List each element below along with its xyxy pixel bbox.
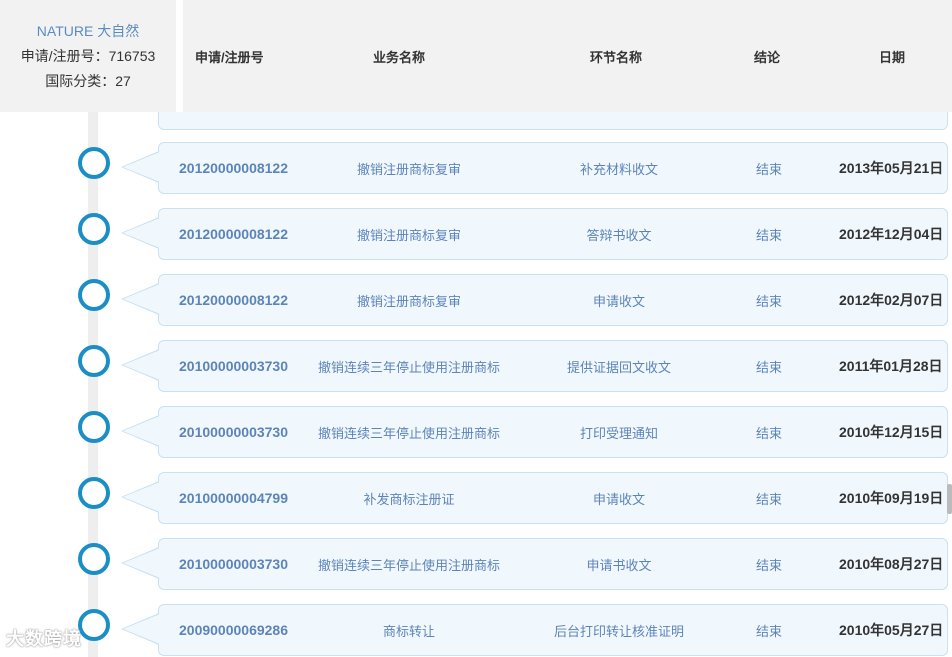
row-step: 提供证据回文收文 xyxy=(566,359,671,375)
timeline-line xyxy=(88,112,98,657)
row-result: 结束 xyxy=(755,623,782,639)
row-step: 答辩书收文 xyxy=(586,227,652,243)
row-reg-no[interactable]: 20100000003730 xyxy=(179,539,288,589)
table-row: 20120000008122 撤销注册商标复审 答辩书收文 结束 2012年12月04日 xyxy=(121,208,948,260)
row-reg-no[interactable]: 20100000004799 xyxy=(179,473,288,523)
row-pointer-fill xyxy=(123,416,160,446)
table-row: 20100000004799 补发商标注册证 申请收文 结束 2010年09月19日 xyxy=(121,472,948,524)
row-reg-no[interactable]: 20120000008122 xyxy=(179,143,288,193)
header-date: 日期 xyxy=(879,49,906,65)
timeline-node xyxy=(78,609,110,641)
row-step: 打印受理通知 xyxy=(579,425,658,441)
row-result: 结束 xyxy=(755,359,782,375)
row-step: 补充材料收文 xyxy=(579,161,658,177)
timeline-node xyxy=(78,345,110,377)
row-business: 商标转让 xyxy=(382,623,435,639)
row-business: 撤销注册商标复审 xyxy=(356,161,461,177)
row-pointer-fill xyxy=(123,614,160,644)
row-business: 撤销连续三年停止使用注册商标 xyxy=(317,425,500,441)
row-date: 2010年08月27日 xyxy=(839,556,944,572)
row-reg-no[interactable]: 20100000003730 xyxy=(179,407,288,457)
header-business: 业务名称 xyxy=(373,49,426,65)
row-date: 2012年02月07日 xyxy=(839,292,944,308)
row-business: 撤销连续三年停止使用注册商标 xyxy=(317,557,500,573)
timeline-node xyxy=(78,477,110,509)
row-result: 结束 xyxy=(755,557,782,573)
row-reg-no[interactable]: 20120000008122 xyxy=(179,209,288,259)
timeline-node xyxy=(78,543,110,575)
table-row: 20100000003730 撤销连续三年停止使用注册商标 申请书收文 结束 2010年… xyxy=(121,538,948,590)
table-row: 20100000003730 撤销连续三年停止使用注册商标 打印受理通知 结束 2010… xyxy=(121,406,948,458)
row-date: 2010年05月27日 xyxy=(839,622,944,638)
table-row: 20120000008122 撤销注册商标复审 申请收文 结束 2012年02月07日 xyxy=(121,274,948,326)
row-date: 2013年05月21日 xyxy=(839,160,944,176)
table-row: 20100000003730 撤销连续三年停止使用注册商标 提供证据回文收文 结束 20… xyxy=(121,340,948,392)
timeline-node xyxy=(78,213,110,245)
row-result: 结束 xyxy=(755,227,782,243)
row-reg-no[interactable]: 20100000003730 xyxy=(179,341,288,391)
row-pointer-fill xyxy=(123,548,160,578)
timeline-node xyxy=(78,147,110,179)
row-result: 结束 xyxy=(755,491,782,507)
row-date: 2012年12月04日 xyxy=(839,226,944,242)
scrollbar-thumb[interactable] xyxy=(947,484,952,514)
header-result: 结论 xyxy=(754,49,781,65)
row-date: 2011年01月28日 xyxy=(839,358,943,374)
row-result: 结束 xyxy=(755,161,782,177)
trademark-info-panel: NATURE 大自然 申请/注册号：716753 国际分类：27 xyxy=(0,0,176,112)
row-pointer-fill xyxy=(123,350,160,380)
table-row: 20090000069286 商标转让 后台打印转让核准证明 结束 2010年05月27… xyxy=(121,604,948,656)
table-header: 申请/注册号 业务名称 环节名称 结论 日期 xyxy=(183,0,952,112)
row-business: 撤销注册商标复审 xyxy=(356,227,461,243)
row-date: 2010年09月19日 xyxy=(839,490,944,506)
row-step: 申请收文 xyxy=(592,491,645,507)
row-business: 撤销连续三年停止使用注册商标 xyxy=(317,359,500,375)
row-pointer-fill xyxy=(123,218,160,248)
row-step: 申请书收文 xyxy=(586,557,652,573)
row-pointer-fill xyxy=(123,152,160,182)
timeline-node xyxy=(78,279,110,311)
row-business: 撤销注册商标复审 xyxy=(356,293,461,309)
table-row-partial xyxy=(158,112,948,130)
row-result: 结束 xyxy=(755,425,782,441)
row-reg-no[interactable]: 20090000069286 xyxy=(179,605,288,655)
registration-number: 申请/注册号：716753 xyxy=(20,47,156,64)
row-pointer-fill xyxy=(123,284,160,314)
row-reg-no[interactable]: 20120000008122 xyxy=(179,275,288,325)
row-pointer-fill xyxy=(123,482,160,512)
row-result: 结束 xyxy=(755,293,782,309)
timeline-node xyxy=(78,411,110,443)
table-row: 20120000008122 撤销注册商标复审 补充材料收文 结束 2013年05月21… xyxy=(121,142,948,194)
header-step: 环节名称 xyxy=(590,49,643,65)
row-step: 申请收文 xyxy=(592,293,645,309)
row-business: 补发商标注册证 xyxy=(363,491,455,507)
row-date: 2010年12月15日 xyxy=(839,424,944,440)
row-step: 后台打印转让核准证明 xyxy=(553,623,684,639)
header-reg-no: 申请/注册号 xyxy=(195,49,264,65)
watermark: 大数跨境 xyxy=(6,629,82,649)
international-class: 国际分类：27 xyxy=(45,72,131,89)
trademark-name: NATURE 大自然 xyxy=(36,22,140,39)
